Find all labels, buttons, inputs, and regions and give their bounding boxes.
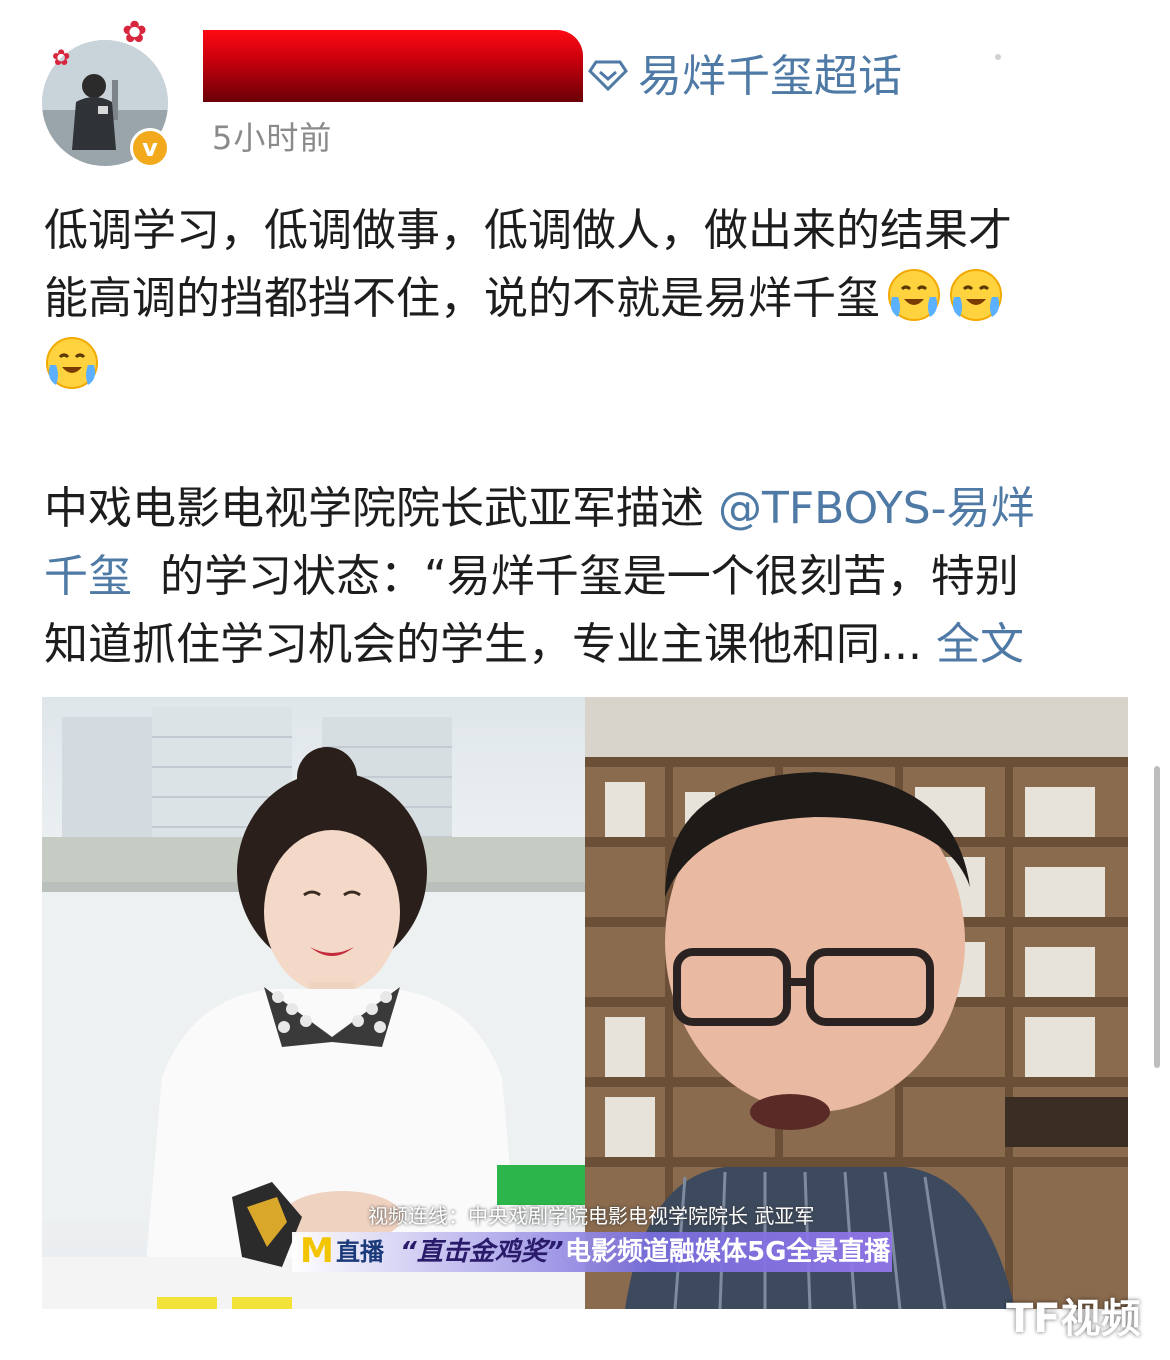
scrollbar[interactable] — [1154, 766, 1160, 1068]
post-text-segment: 能高调的挡都挡不住，说的不就是易烊千玺 — [44, 273, 880, 324]
crying-laughing-emoji-icon — [950, 269, 1002, 321]
topic-link[interactable]: 易烊千玺超话 — [638, 50, 902, 104]
post-text-line: 千玺 的学习状态：“易烊千玺是一个很刻苦，特别 — [44, 544, 1124, 610]
post-text-segment: 中戏电影电视学院院长武亚军描述 — [44, 483, 718, 534]
live-label: 直播 — [336, 1238, 384, 1266]
video-caption: 视频连线：中央戏剧学院电影电视学院院长 武亚军 — [368, 1204, 815, 1228]
live-logo-m: M — [300, 1231, 334, 1271]
expand-full-text-link[interactable]: 全文 — [936, 619, 1024, 670]
crying-laughing-emoji-icon — [888, 269, 940, 321]
flower-decoration-icon: ✿ — [122, 15, 148, 50]
post-text-line: 知道抓住学习机会的学生，专业主课他和同... 全文 — [44, 612, 1124, 678]
post-text-segment: 的学习状态：“易烊千玺是一个很刻苦，特别 — [132, 551, 1019, 602]
post-text-line: 中戏电影电视学院院长武亚军描述 @TFBOYS-易烊 — [44, 476, 1124, 542]
flower-decoration-icon: ✿ — [52, 46, 71, 71]
mention-link[interactable]: 千玺 — [44, 551, 132, 602]
post-text-line: 能高调的挡都挡不住，说的不就是易烊千玺 — [44, 266, 1124, 332]
post-text-line: 低调学习，低调做事，低调做人，做出来的结果才 — [44, 205, 1012, 256]
dot-decoration — [995, 54, 1001, 60]
post-text-line — [38, 334, 1118, 400]
banner-text: 电影频道融媒体5G全景直播 — [565, 1237, 891, 1267]
diamond-topic-icon[interactable] — [588, 58, 628, 92]
redacted-username — [203, 30, 583, 102]
watermark: TF视频 — [1006, 1296, 1141, 1342]
crying-laughing-emoji-icon — [46, 337, 98, 389]
verified-v-badge-icon: v — [130, 128, 170, 168]
banner-quote: “直击金鸡奖” — [400, 1237, 564, 1267]
mention-link[interactable]: @TFBOYS-易烊 — [718, 483, 1035, 534]
post-time: 5小时前 — [212, 119, 333, 157]
post-text-segment: 知道抓住学习机会的学生，专业主课他和同... — [44, 619, 936, 670]
